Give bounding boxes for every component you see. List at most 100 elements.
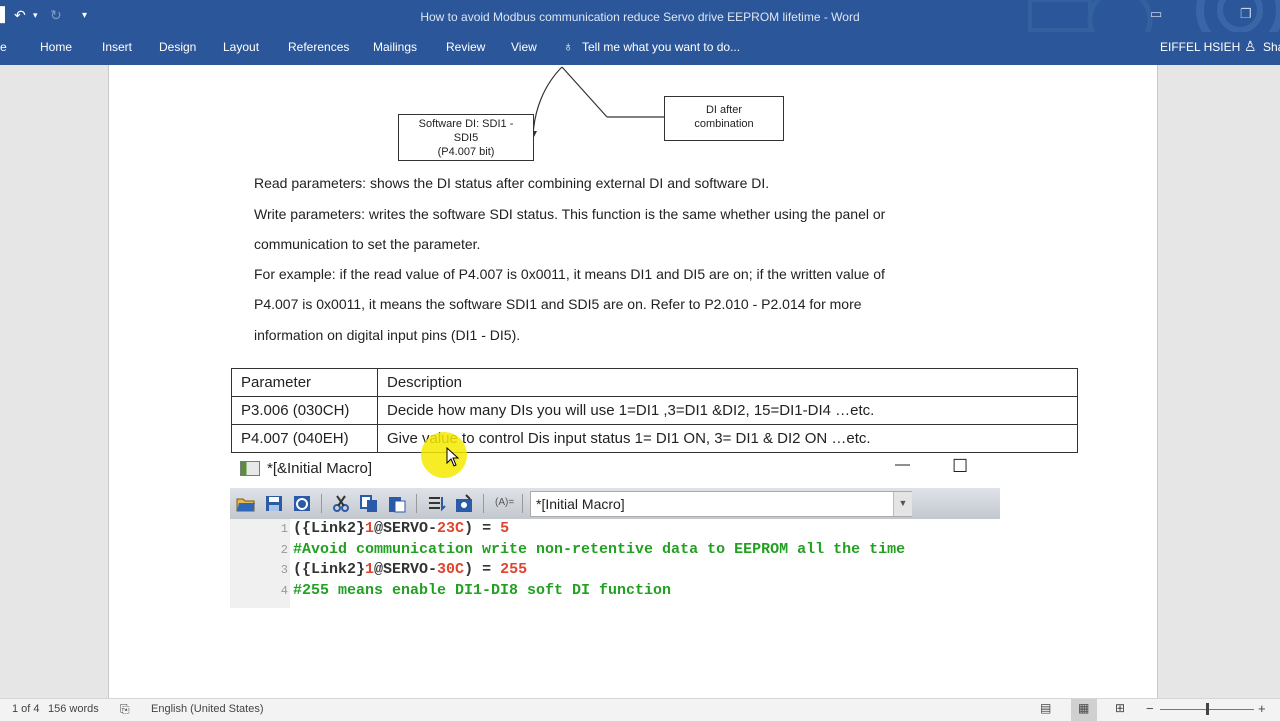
cut-icon[interactable] xyxy=(331,494,351,513)
zoom-slider-thumb[interactable] xyxy=(1206,703,1209,715)
paragraph-write-parameters: Write parameters: writes the software SD… xyxy=(254,206,886,222)
share-icon[interactable]: ♙ xyxy=(1244,38,1257,55)
table-cell: P4.007 (040EH) xyxy=(231,424,378,453)
code-text: ({Link2}1@SERVO-23C) = 5 xyxy=(293,520,509,537)
line-number: 4 xyxy=(280,583,288,598)
zoom-in-icon[interactable]: + xyxy=(1258,701,1266,716)
software-di-box: Software DI: SDI1 - SDI5 (P4.007 bit) xyxy=(398,114,534,161)
tell-me-search[interactable]: Tell me what you want to do... xyxy=(582,40,740,54)
list-icon[interactable] xyxy=(426,494,446,513)
maximize-button[interactable]: ☐ xyxy=(952,456,968,477)
code-token: 23C xyxy=(437,520,465,537)
ribbon-tabs: e Home Insert Design Layout References M… xyxy=(0,32,1280,65)
title-bar: ▌ ↶ ▾ ↻ ▾ How to avoid Modbus communicat… xyxy=(0,0,1280,54)
toolbar-separator xyxy=(522,494,523,513)
code-text: ({Link2}1@SERVO-30C) = 255 xyxy=(293,561,527,578)
copy-icon[interactable] xyxy=(359,494,379,513)
table-cell: Give value to control Dis input status 1… xyxy=(377,424,1078,453)
tab-review[interactable]: Review xyxy=(446,40,485,54)
code-line[interactable]: 3 ({Link2}1@SERVO-30C) = 255 xyxy=(230,561,1000,581)
software-di-line-2: SDI5 xyxy=(453,132,479,144)
line-number: 3 xyxy=(280,563,288,577)
di-after-line-2: combination xyxy=(694,118,754,130)
proofing-icon[interactable]: ⎘ xyxy=(120,702,130,717)
toolbar-separator xyxy=(483,494,484,513)
macro-select[interactable]: *[Initial Macro] ▼ xyxy=(530,491,912,517)
code-token: 5 xyxy=(500,520,510,537)
code-token: 1 xyxy=(365,561,375,578)
table-row: P4.007 (040EH) Give value to control Dis… xyxy=(231,424,1078,453)
code-token: #255 means enable DI1-DI8 soft DI functi… xyxy=(293,581,672,599)
macro-toolbar: (A)= *[Initial Macro] ▼ xyxy=(230,488,1000,519)
code-token: ({Link2} xyxy=(293,520,366,537)
code-line[interactable]: 1 ({Link2}1@SERVO-23C) = 5 xyxy=(230,520,1000,540)
word-count[interactable]: 156 words xyxy=(48,703,99,715)
table-cell: Decide how many DIs you will use 1=DI1 ,… xyxy=(377,396,1078,425)
tab-view[interactable]: View xyxy=(511,40,537,54)
paragraph-example: For example: if the read value of P4.007… xyxy=(254,266,885,282)
code-token: ) = xyxy=(464,520,501,537)
refresh-icon[interactable] xyxy=(292,494,312,513)
mouse-cursor-icon xyxy=(446,447,460,467)
macro-title-bar: *[&Initial Macro] — ☐ xyxy=(230,455,1000,487)
code-text: #255 means enable DI1-DI8 soft DI functi… xyxy=(293,582,671,599)
open-folder-icon[interactable] xyxy=(236,494,256,513)
tab-file[interactable]: e xyxy=(0,40,7,54)
minimize-button[interactable]: — xyxy=(895,456,910,473)
tab-design[interactable]: Design xyxy=(159,40,196,54)
parameter-table: Parameter Description P3.006 (030CH) Dec… xyxy=(231,368,1078,453)
settings-icon[interactable] xyxy=(454,494,474,513)
table-row: P3.006 (030CH) Decide how many DIs you w… xyxy=(231,396,1078,425)
line-number: 1 xyxy=(280,522,288,536)
toolbar-separator xyxy=(321,494,322,513)
code-token: @SERVO- xyxy=(374,520,438,537)
table-header-row: Parameter Description xyxy=(231,368,1078,397)
macro-editor-window: *[&Initial Macro] — ☐ (A)= *[Initial Mac… xyxy=(230,455,1000,608)
paragraph-read-parameters: Read parameters: shows the DI status aft… xyxy=(254,175,770,191)
user-name[interactable]: EIFFEL HSIEH xyxy=(1160,40,1240,54)
paragraph-example-end: information on digital input pins (DI1 -… xyxy=(254,327,521,343)
paragraph-write-parameters-cont: communication to set the parameter. xyxy=(254,236,481,252)
language[interactable]: English (United States) xyxy=(151,703,264,715)
macro-select-value: *[Initial Macro] xyxy=(536,496,625,512)
tab-home[interactable]: Home xyxy=(40,40,72,54)
code-token: 255 xyxy=(500,561,528,578)
macro-code-editor[interactable]: 1 ({Link2}1@SERVO-23C) = 5 2 #Avoid communi… xyxy=(230,519,1000,608)
tab-mailings[interactable]: Mailings xyxy=(373,40,417,54)
web-layout-icon[interactable]: ⊞ xyxy=(1115,701,1125,715)
share-button[interactable]: Sha xyxy=(1263,40,1280,54)
code-token: ({Link2} xyxy=(293,561,366,578)
code-token: #Avoid communication write non-retentive… xyxy=(293,540,906,558)
di-after-combination-box: DI after combination xyxy=(664,96,784,141)
chevron-down-icon[interactable]: ▼ xyxy=(893,492,912,516)
code-token: 30C xyxy=(437,561,465,578)
tab-layout[interactable]: Layout xyxy=(223,40,259,54)
lightbulb-icon: ♁ xyxy=(563,38,574,54)
tab-references[interactable]: References xyxy=(288,40,349,54)
paste-icon[interactable] xyxy=(387,494,407,513)
save-icon[interactable] xyxy=(264,494,284,513)
diagram-connectors xyxy=(529,66,664,139)
print-layout-icon[interactable]: ▦ xyxy=(1078,701,1089,715)
macro-window-icon xyxy=(240,461,260,476)
read-mode-icon[interactable]: ▤ xyxy=(1040,701,1051,715)
software-di-line-1: Software DI: SDI1 - xyxy=(418,118,514,130)
code-line[interactable]: 2 #Avoid communication write non-retentiv… xyxy=(230,541,1000,561)
zoom-out-icon[interactable]: − xyxy=(1146,701,1154,716)
code-text: #Avoid communication write non-retentive… xyxy=(293,541,905,558)
assign-label[interactable]: (A)= xyxy=(495,497,514,508)
software-di-line-3: (P4.007 bit) xyxy=(437,146,495,158)
page-count[interactable]: 1 of 4 xyxy=(12,703,40,715)
table-cell: P3.006 (030CH) xyxy=(231,396,378,425)
ribbon-display-options-icon[interactable]: ▭ xyxy=(1150,6,1162,22)
code-line[interactable]: 4 #255 means enable DI1-DI8 soft DI funct… xyxy=(230,582,1000,602)
code-token: ) = xyxy=(464,561,501,578)
restore-window-icon[interactable]: ❐ xyxy=(1240,6,1252,22)
table-header-cell: Description xyxy=(377,368,1078,397)
di-after-line-1: DI after xyxy=(705,104,743,116)
table-header-cell: Parameter xyxy=(231,368,378,397)
tab-insert[interactable]: Insert xyxy=(102,40,132,54)
line-number: 2 xyxy=(280,542,288,557)
cursor-highlight xyxy=(421,432,467,478)
code-token: @SERVO- xyxy=(374,561,438,578)
